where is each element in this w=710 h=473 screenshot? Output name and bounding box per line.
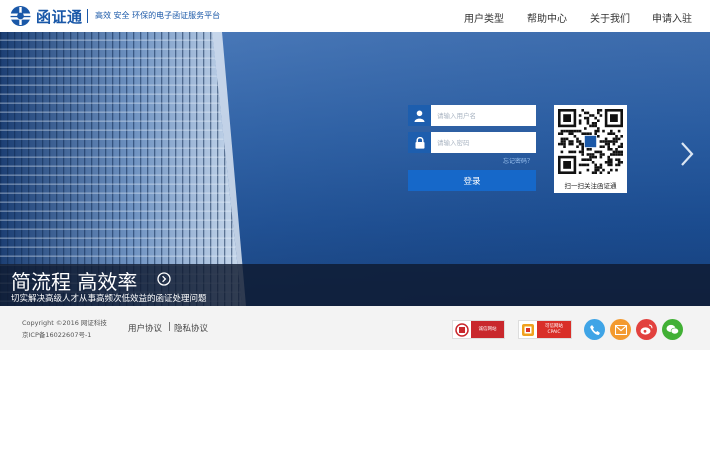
footer-separator: | xyxy=(168,322,171,332)
lock-icon xyxy=(408,132,431,153)
username-input[interactable] xyxy=(431,105,536,126)
qr-code-card: 扫一扫关注函证通 xyxy=(554,105,627,193)
integrity-seal-icon xyxy=(453,321,471,338)
circle-arrow-right-icon[interactable] xyxy=(157,272,171,286)
forgot-password-link[interactable]: 忘记密码？ xyxy=(503,156,533,165)
slogan-subtitle: 切实解决高级人才从事高频次低效益的函证处理问题 xyxy=(11,294,207,304)
nav-user-type[interactable]: 用户类型 xyxy=(464,10,504,25)
site-footer: Copyright ©2016 网证科技 京ICP备16022607号-1 用户… xyxy=(0,306,710,350)
badge-label-line: CPAIC xyxy=(547,329,561,335)
top-header: 函证通 高效 安全 环保的电子函证服务平台 用户类型 帮助中心 关于我们 申请入… xyxy=(0,0,710,32)
badge-label: 可信网站 CPAIC xyxy=(537,321,571,338)
badge-label: 诚信网站 xyxy=(471,321,504,338)
logo-text: 函证通 xyxy=(36,7,83,26)
wechat-icon[interactable] xyxy=(662,319,683,340)
password-input[interactable] xyxy=(431,132,536,153)
phone-icon[interactable] xyxy=(584,319,605,340)
qr-caption: 扫一扫关注函证通 xyxy=(564,182,617,190)
nav-help-center[interactable]: 帮助中心 xyxy=(527,10,567,25)
user-agreement-link[interactable]: 用户协议 xyxy=(128,322,162,334)
logo-mark-icon xyxy=(9,6,32,26)
privacy-agreement-link[interactable]: 隐私协议 xyxy=(174,322,208,334)
login-button[interactable]: 登录 xyxy=(408,170,536,191)
username-field xyxy=(408,105,536,126)
mail-icon[interactable] xyxy=(610,319,631,340)
qr-code-icon xyxy=(558,109,623,174)
logo-divider xyxy=(87,9,88,23)
site-logo[interactable]: 函证通 xyxy=(8,5,83,27)
copyright: Copyright ©2016 网证科技 京ICP备16022607号-1 xyxy=(22,317,107,341)
trust-badge-integrity[interactable]: 诚信网站 xyxy=(452,320,505,339)
slogan-title: 简流程 高效率 xyxy=(11,270,138,294)
user-icon xyxy=(408,105,431,126)
hero-banner: 忘记密码？ 登录 扫一扫关注函证通 简流程 高效率 切实解决高级人才从事高频次低… xyxy=(0,32,710,306)
trust-badge-trusted-site[interactable]: 可信网站 CPAIC xyxy=(518,320,572,339)
trusted-site-icon xyxy=(519,321,537,338)
copyright-line: Copyright ©2016 网证科技 xyxy=(22,319,107,327)
header-tagline: 高效 安全 环保的电子函证服务平台 xyxy=(95,11,221,20)
icp-number: 京ICP备16022607号-1 xyxy=(22,331,92,339)
nav-apply-join[interactable]: 申请入驻 xyxy=(652,10,692,25)
password-field xyxy=(408,132,536,153)
chevron-right-icon[interactable] xyxy=(680,141,694,167)
weibo-icon[interactable] xyxy=(636,319,657,340)
nav-about-us[interactable]: 关于我们 xyxy=(590,10,630,25)
